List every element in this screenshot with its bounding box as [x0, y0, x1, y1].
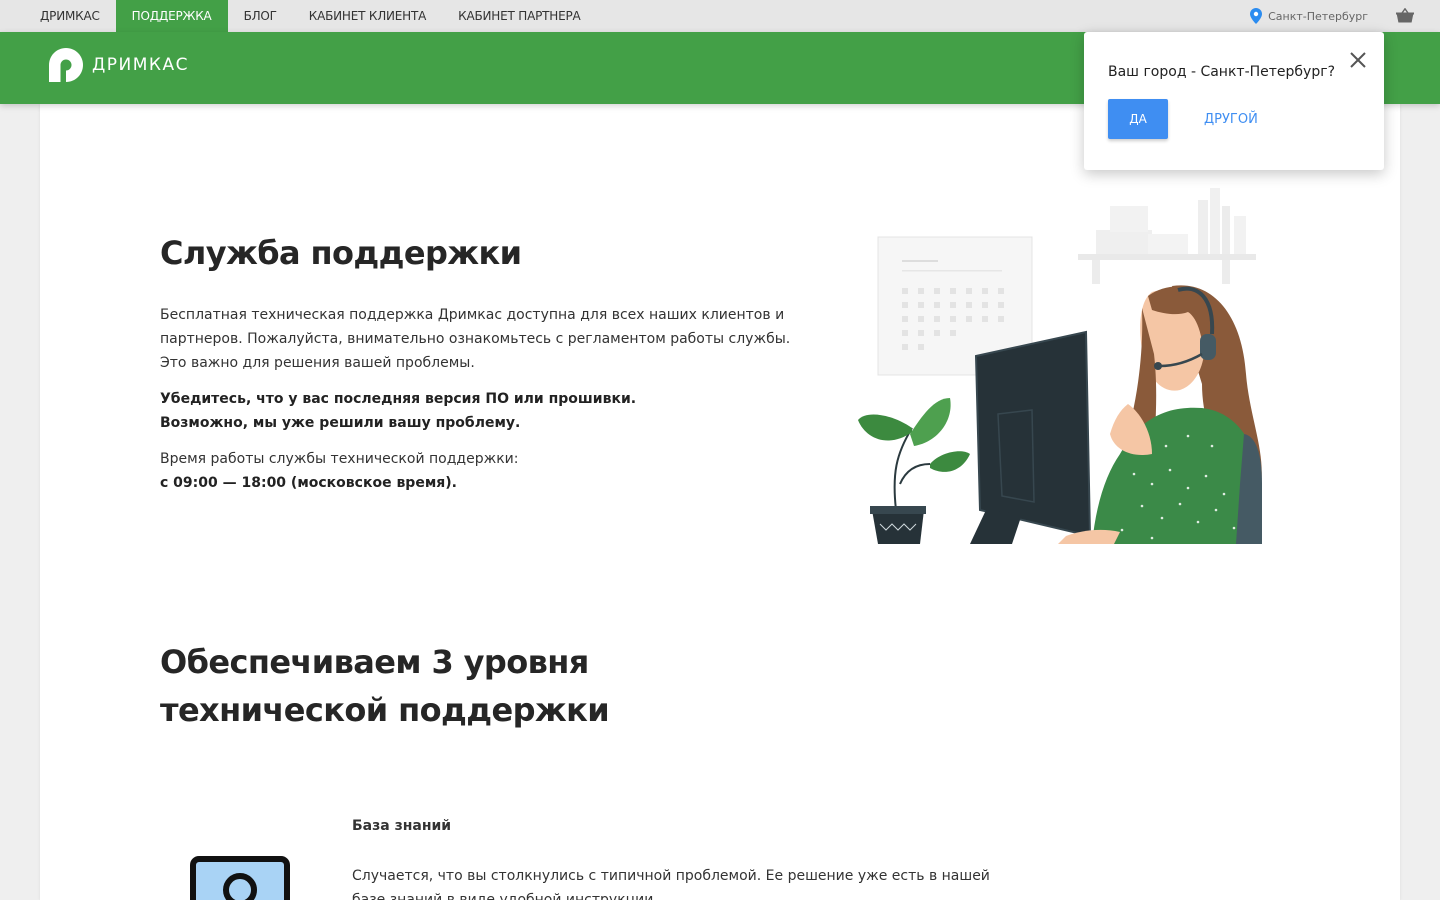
page-title: Служба поддержки: [160, 234, 522, 272]
hours-label: Время работы службы технической поддержк…: [160, 451, 519, 467]
level-text-knowledge-base: Случается, что вы столкнулись с типичной…: [352, 868, 990, 900]
topnav-item-support[interactable]: ПОДДЕРЖКА: [115, 0, 228, 32]
topnav-item-client-cabinet[interactable]: КАБИНЕТ КЛИЕНТА: [293, 0, 442, 32]
city-confirm-popup: Ваш город - Санкт-Петербург? ДА ДРУГОЙ: [1084, 32, 1384, 170]
cart-button[interactable]: [1396, 8, 1414, 24]
hours-value: с 09:00 — 18:00 (московское время).: [160, 475, 457, 491]
notice-line-1: Убедитесь, что у вас последняя версия ПО…: [160, 391, 637, 407]
top-utility-bar: ДРИМКАС ПОДДЕРЖКА БЛОГ КАБИНЕТ КЛИЕНТА К…: [0, 0, 1440, 32]
levels-title-line-1: Обеспечиваем 3 уровня: [160, 643, 589, 681]
support-intro: Бесплатная техническая поддержка Дримкас…: [160, 307, 791, 371]
support-hours: Время работы службы технической поддержк…: [160, 447, 820, 495]
knowledge-base-icon: [190, 856, 290, 900]
city-selector[interactable]: Санкт-Петербург: [1250, 8, 1368, 24]
support-notice: Убедитесь, что у вас последняя версия ПО…: [160, 387, 820, 435]
dreamkas-logo-icon: [49, 48, 83, 82]
levels-title-line-2: технической поддержки: [160, 691, 610, 729]
content-card: Служба поддержки Бесплатная техническая …: [40, 104, 1400, 900]
level-title-knowledge-base: База знаний: [352, 818, 452, 834]
city-name: Санкт-Петербург: [1268, 9, 1368, 23]
city-question: Ваш город - Санкт-Петербург?: [1108, 64, 1336, 80]
topnav-item-dreamkas[interactable]: ДРИМКАС: [24, 0, 116, 32]
logo-text: ДРИМКАС: [92, 55, 189, 75]
topnav-item-partner-cabinet[interactable]: КАБИНЕТ ПАРТНЕРА: [442, 0, 596, 32]
support-operator-illustration: [858, 188, 1262, 544]
top-nav: ДРИМКАС ПОДДЕРЖКА БЛОГ КАБИНЕТ КЛИЕНТА К…: [0, 0, 597, 32]
confirm-city-button[interactable]: ДА: [1108, 99, 1168, 139]
topnav-item-blog[interactable]: БЛОГ: [228, 0, 293, 32]
basket-icon: [1396, 8, 1414, 23]
location-pin-icon: [1250, 8, 1263, 24]
levels-title: Обеспечиваем 3 уровня технической поддер…: [160, 638, 720, 734]
top-right-tools: Санкт-Петербург: [1250, 0, 1440, 32]
close-icon[interactable]: [1348, 50, 1368, 70]
choose-other-city-button[interactable]: ДРУГОЙ: [1192, 99, 1270, 139]
notice-line-2: Возможно, мы уже решили вашу проблему.: [160, 415, 521, 431]
logo[interactable]: ДРИМКАС: [48, 47, 189, 83]
